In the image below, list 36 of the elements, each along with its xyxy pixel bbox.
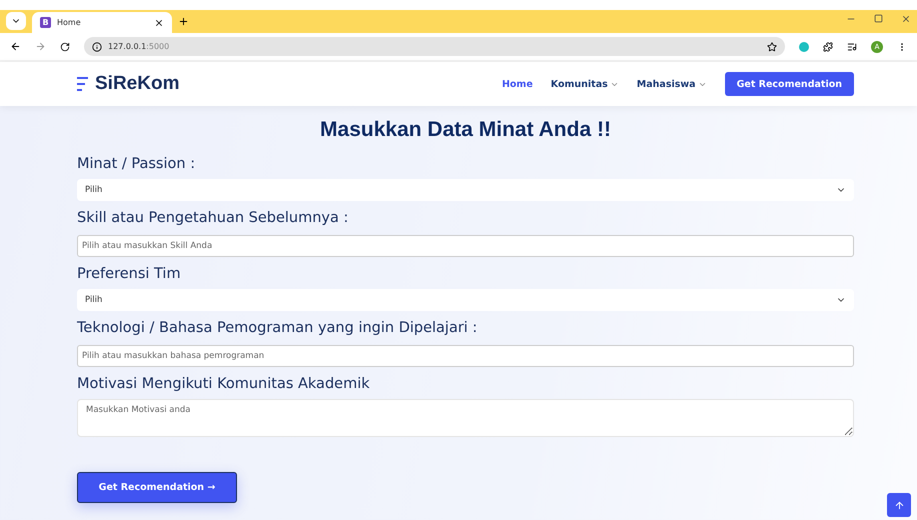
field-label: Skill atau Pengetahuan Sebelumnya :: [77, 210, 350, 226]
input-field[interactable]: Pilih atau masukkan Skill Anda: [77, 235, 854, 257]
nav-link[interactable]: Mahasiswa: [636, 78, 707, 90]
browser-tab[interactable]: B Home: [32, 12, 172, 33]
textarea-field[interactable]: Masukkan Motivasi anda: [77, 399, 854, 437]
nav-link[interactable]: Komunitas: [550, 78, 619, 90]
back-icon[interactable]: [10, 41, 21, 52]
submit-button[interactable]: Get Recomendation →: [77, 472, 237, 503]
field-label: Teknologi / Bahasa Pemograman yang ingin Dipelajari :: [77, 320, 478, 336]
page-heading: Masukkan Data Minat Anda !!: [319, 118, 612, 142]
field-label: Minat / Passion :: [77, 156, 196, 172]
logo-icon: [77, 76, 89, 92]
forward-icon[interactable]: [35, 41, 46, 52]
url-text: 127.0.0.1:5000: [108, 42, 170, 51]
info-icon: [92, 42, 102, 52]
reload-icon[interactable]: [60, 42, 70, 52]
brand-name: SiReKom: [95, 73, 180, 95]
input-field[interactable]: Pilih atau masukkan bahasa pemrograman: [77, 345, 854, 367]
close-icon[interactable]: [901, 14, 911, 24]
select-field[interactable]: Pilih: [77, 179, 854, 201]
arrow-up-icon: [894, 500, 904, 510]
nav-link[interactable]: Home: [502, 78, 533, 90]
tab-title: Home: [57, 18, 82, 27]
close-icon[interactable]: [154, 18, 164, 28]
star-icon[interactable]: [767, 42, 777, 52]
puzzle-icon[interactable]: [823, 42, 833, 52]
field-label: Preferensi Tim: [77, 266, 182, 282]
field-label: Motivasi Mengikuti Komunitas Akademik: [77, 376, 371, 392]
scroll-top-button[interactable]: [887, 493, 911, 517]
select-field[interactable]: Pilih: [77, 289, 854, 311]
new-tab-icon[interactable]: [178, 16, 189, 27]
favicon: B: [40, 17, 51, 28]
get-recommendation-button[interactable]: Get Recomendation: [724, 72, 854, 96]
address-bar[interactable]: 127.0.0.1:5000: [84, 37, 785, 56]
maximize-icon[interactable]: [874, 14, 883, 23]
media-icon[interactable]: [847, 42, 857, 52]
